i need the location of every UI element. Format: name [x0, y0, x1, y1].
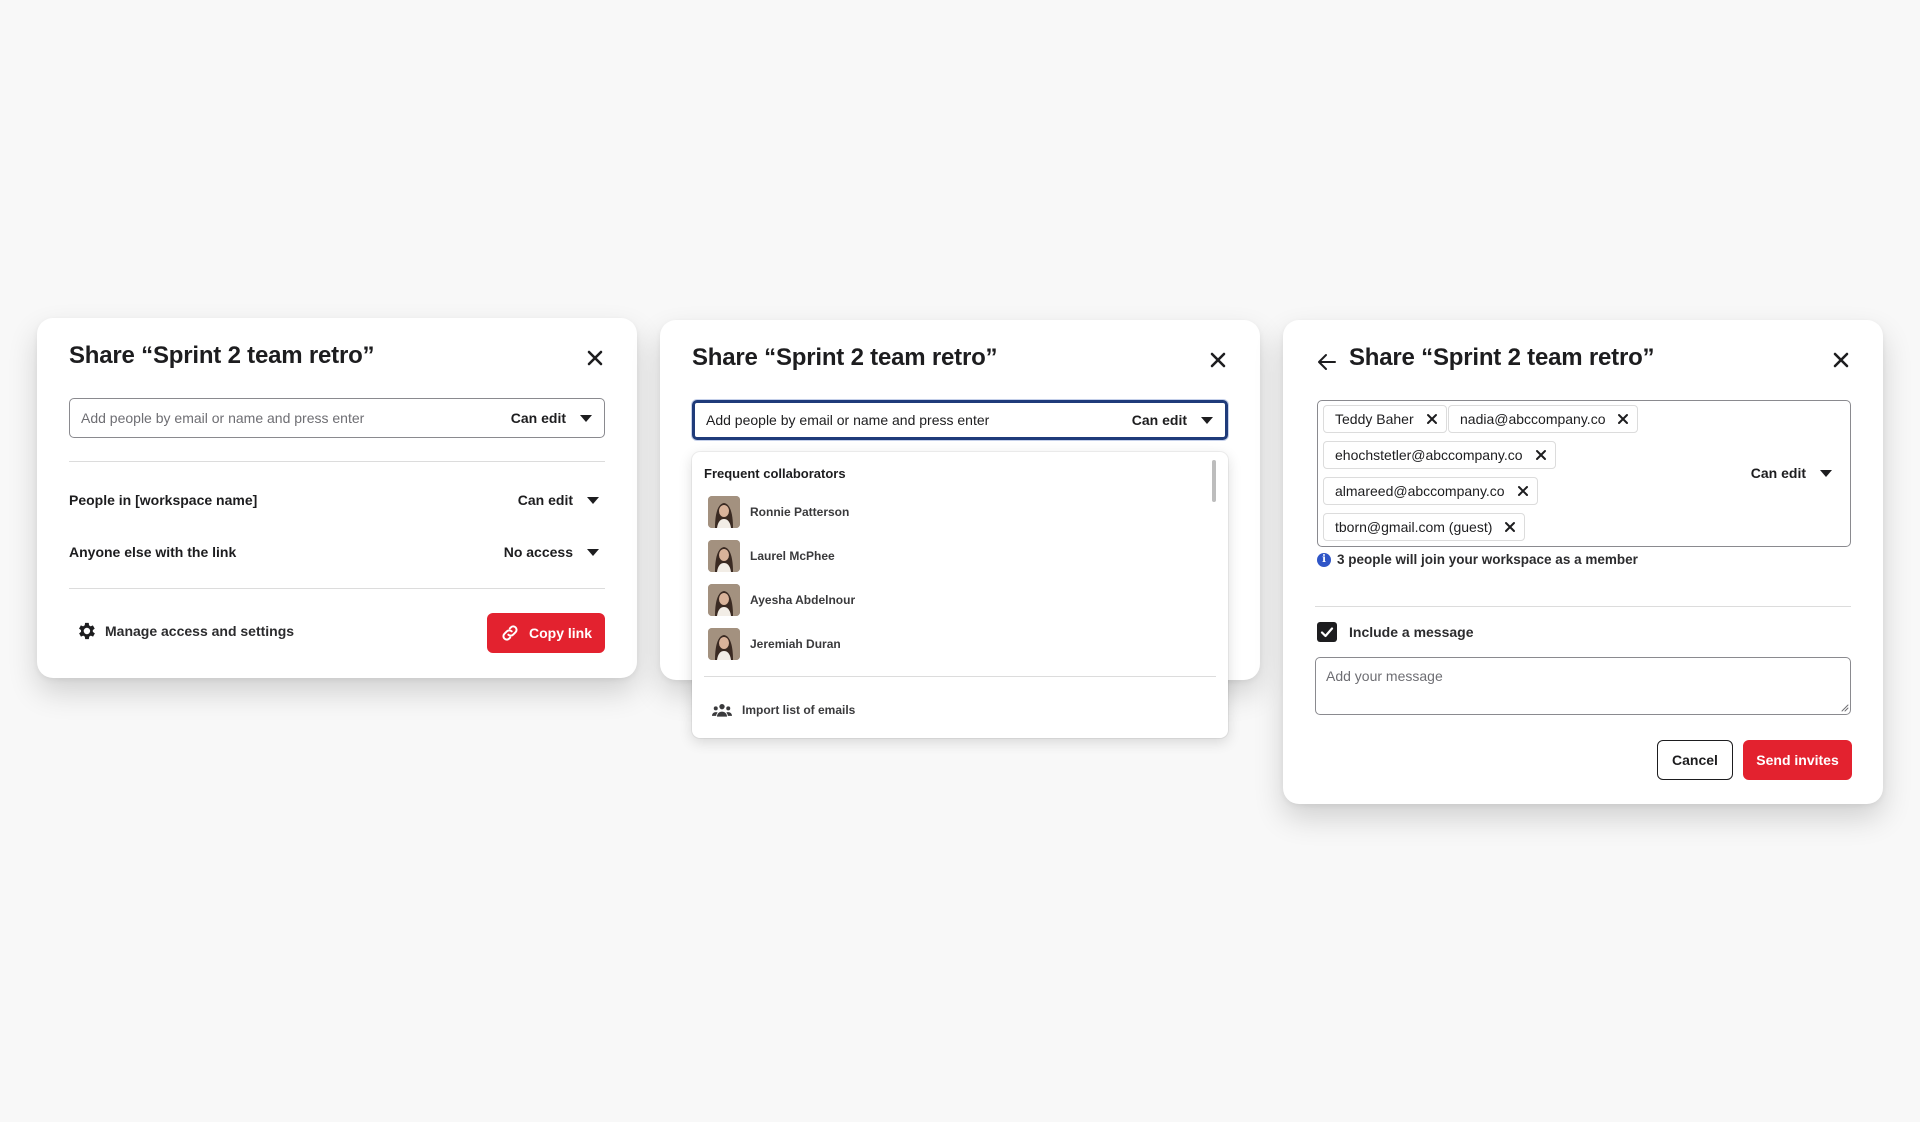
send-invites-button[interactable]: Send invites: [1743, 740, 1852, 780]
collaborator-name: Jeremiah Duran: [750, 637, 841, 651]
dropdown-heading: Frequent collaborators: [704, 466, 846, 481]
share-input-field: Can edit: [69, 398, 605, 438]
collaborator-item[interactable]: Jeremiah Duran: [708, 628, 841, 660]
invitee-chip: Teddy Baher: [1323, 405, 1447, 433]
permission-label: Can edit: [510, 410, 566, 426]
share-dialog-invite: Share “Sprint 2 team retro” Teddy Baher …: [1283, 320, 1883, 804]
invitee-label: ehochstetler@abccompany.co: [1335, 447, 1523, 463]
collaborator-name: Laurel McPhee: [750, 549, 835, 563]
people-group-icon: [712, 704, 732, 717]
gear-icon: [79, 622, 95, 640]
permission-label: Can edit: [517, 492, 573, 508]
share-dialog-default: Share “Sprint 2 team retro” Can edit Peo…: [37, 318, 637, 678]
copy-link-label: Copy link: [528, 625, 592, 641]
invitee-input[interactable]: Teddy Baher nadia@abccompany.co ehochste…: [1317, 400, 1851, 547]
invitee-label: almareed@abccompany.co: [1335, 483, 1505, 499]
caret-down-icon: [1820, 469, 1832, 477]
avatar: [708, 628, 740, 660]
share-input-field-focused: Can edit: [692, 400, 1228, 440]
info-icon: i: [1317, 552, 1331, 567]
people-search-input[interactable]: [70, 399, 511, 437]
avatar: [708, 584, 740, 616]
collaborator-item[interactable]: Ayesha Abdelnour: [708, 584, 855, 616]
divider: [69, 461, 605, 462]
remove-icon[interactable]: [1517, 485, 1529, 497]
permission-label: Can edit: [1131, 412, 1187, 428]
invitee-chip: almareed@abccompany.co: [1323, 477, 1538, 505]
include-message-option: Include a message: [1317, 622, 1474, 642]
link-icon: [502, 625, 518, 641]
import-emails-option[interactable]: Import list of emails: [712, 702, 855, 718]
permission-dropdown[interactable]: Can edit: [1132, 412, 1225, 428]
collaborators-dropdown: Frequent collaborators Ronnie Patterson …: [692, 452, 1228, 738]
remove-icon[interactable]: [1504, 521, 1516, 533]
remove-icon[interactable]: [1426, 413, 1438, 425]
close-icon[interactable]: [583, 346, 607, 370]
import-emails-label: Import list of emails: [742, 703, 856, 717]
divider: [704, 676, 1216, 677]
link-permission-dropdown[interactable]: No access: [504, 544, 605, 560]
include-message-label: Include a message: [1349, 624, 1474, 640]
people-search-input[interactable]: [695, 403, 1132, 437]
permission-label: Can edit: [1750, 465, 1806, 481]
collaborator-name: Ayesha Abdelnour: [750, 593, 856, 607]
arrow-left-icon[interactable]: [1315, 350, 1339, 374]
close-icon[interactable]: [1829, 348, 1853, 372]
caret-down-icon: [580, 414, 592, 422]
link-access-label: Anyone else with the link: [69, 544, 237, 560]
invitee-label: nadia@abccompany.co: [1460, 411, 1606, 427]
collaborator-item[interactable]: Ronnie Patterson: [708, 496, 849, 528]
remove-icon[interactable]: [1617, 413, 1629, 425]
permission-dropdown[interactable]: Can edit: [1751, 465, 1844, 481]
permission-label: No access: [503, 544, 573, 560]
invitee-label: tborn@gmail.com (guest): [1335, 519, 1493, 535]
close-icon[interactable]: [1206, 348, 1230, 372]
invitee-label: Teddy Baher: [1335, 411, 1414, 427]
dropdown-scrollbar[interactable]: [1212, 460, 1216, 502]
cancel-button[interactable]: Cancel: [1657, 740, 1733, 780]
permission-dropdown[interactable]: Can edit: [511, 410, 604, 426]
invitee-chip: ehochstetler@abccompany.co: [1323, 441, 1556, 469]
workspace-access-row: People in [workspace name] Can edit: [69, 488, 605, 512]
resize-handle-icon[interactable]: [1839, 702, 1849, 712]
collaborator-item[interactable]: Laurel McPhee: [708, 540, 835, 572]
manage-access-link[interactable]: Manage access and settings: [75, 620, 294, 642]
workspace-permission-dropdown[interactable]: Can edit: [518, 492, 605, 508]
manage-access-label: Manage access and settings: [105, 623, 295, 639]
invitee-chip: tborn@gmail.com (guest): [1323, 513, 1526, 541]
link-access-row: Anyone else with the link No access: [69, 540, 605, 564]
include-message-checkbox[interactable]: [1317, 622, 1337, 642]
invitee-chip: nadia@abccompany.co: [1448, 405, 1639, 433]
caret-down-icon: [587, 548, 599, 556]
notice-text: 3 people will join your workspace as a m…: [1337, 552, 1638, 567]
avatar: [708, 496, 740, 528]
collaborator-name: Ronnie Patterson: [750, 505, 850, 519]
caret-down-icon: [1201, 416, 1213, 424]
remove-icon[interactable]: [1535, 449, 1547, 461]
avatar: [708, 540, 740, 572]
divider: [69, 588, 605, 589]
workspace-access-label: People in [workspace name]: [69, 492, 258, 508]
dialog-title: Share “Sprint 2 team retro”: [1349, 344, 1655, 371]
workspace-join-notice: i 3 people will join your workspace as a…: [1317, 552, 1638, 567]
dialog-title: Share “Sprint 2 team retro”: [692, 344, 998, 371]
copy-link-button[interactable]: Copy link: [487, 613, 605, 653]
message-textarea[interactable]: [1315, 657, 1851, 715]
caret-down-icon: [587, 496, 599, 504]
divider: [1315, 606, 1851, 607]
dialog-title: Share “Sprint 2 team retro”: [69, 342, 375, 369]
checkmark-icon: [1320, 627, 1334, 638]
